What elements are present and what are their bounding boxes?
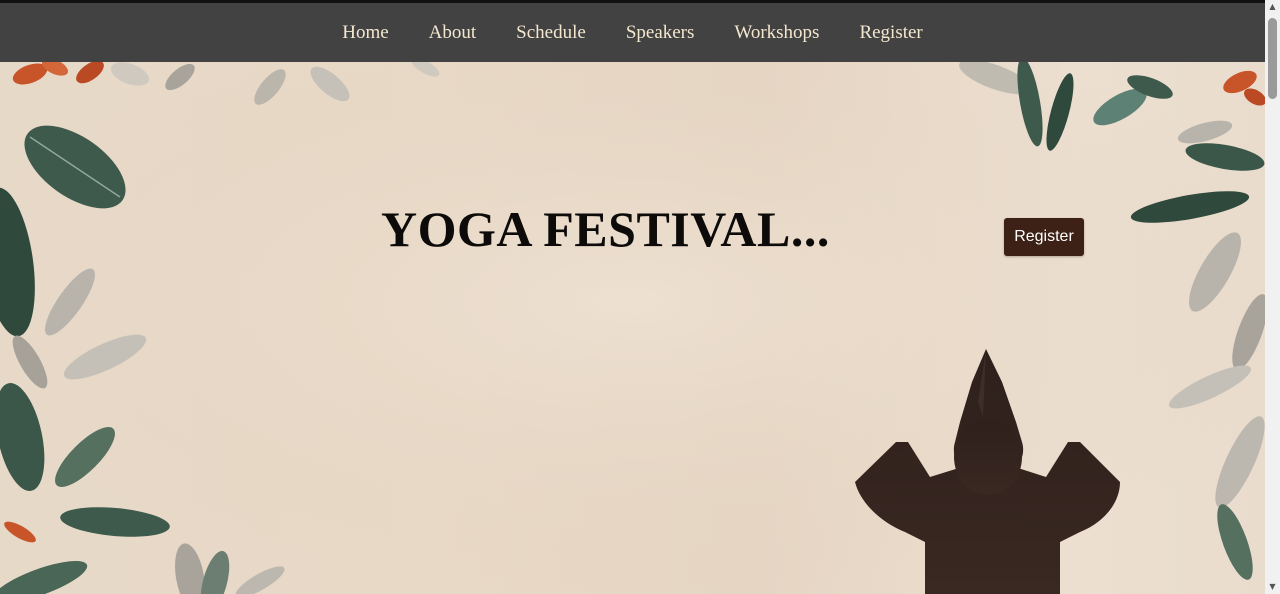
nav-link-home[interactable]: Home bbox=[342, 22, 388, 44]
navbar: Home About Schedule Speakers Workshops R… bbox=[0, 3, 1265, 62]
scrollbar-thumb[interactable] bbox=[1268, 18, 1277, 99]
hero-register-button[interactable]: Register bbox=[1004, 218, 1084, 256]
vertical-scrollbar[interactable]: ▲ ▼ bbox=[1265, 0, 1280, 594]
nav-link-workshops[interactable]: Workshops bbox=[734, 22, 819, 44]
hero-section: YOGA FESTIVAL... Register bbox=[0, 62, 1265, 594]
nav-link-about[interactable]: About bbox=[429, 22, 477, 44]
page: Home About Schedule Speakers Workshops R… bbox=[0, 0, 1265, 594]
hero-background-illustration bbox=[0, 62, 1265, 594]
scroll-up-arrow-icon[interactable]: ▲ bbox=[1268, 2, 1277, 11]
nav-link-register[interactable]: Register bbox=[859, 22, 922, 44]
nav-link-speakers[interactable]: Speakers bbox=[626, 22, 695, 44]
scroll-down-arrow-icon[interactable]: ▼ bbox=[1268, 582, 1277, 591]
nav-link-schedule[interactable]: Schedule bbox=[516, 22, 586, 44]
hero-title: YOGA FESTIVAL... bbox=[381, 201, 830, 257]
